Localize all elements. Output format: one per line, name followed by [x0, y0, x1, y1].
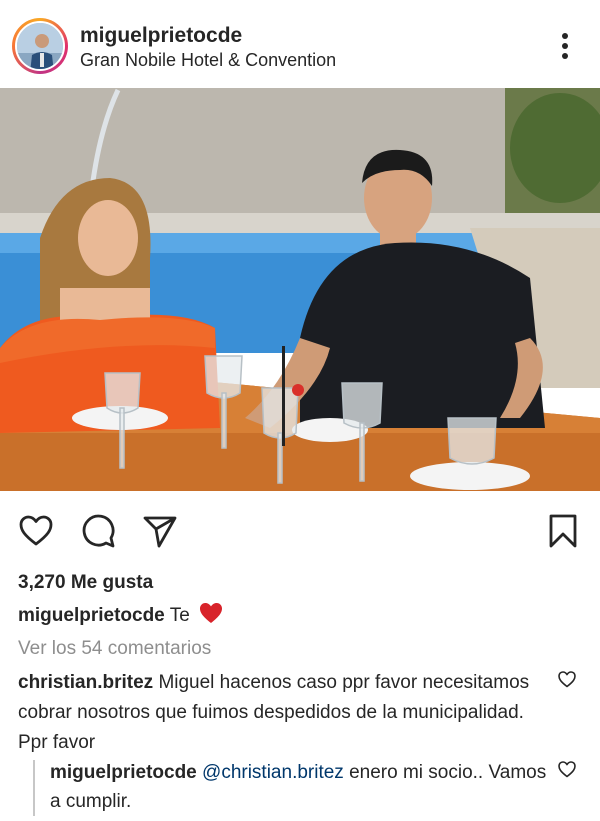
- paper-plane-icon[interactable]: [142, 513, 178, 549]
- post-image[interactable]: [0, 88, 600, 491]
- post-location[interactable]: Gran Nobile Hotel & Convention: [80, 50, 336, 71]
- view-all-comments-link[interactable]: Ver los 54 comentarios: [18, 638, 211, 660]
- reply-item: miguelprietocde @christian.britez enero …: [50, 758, 550, 816]
- like-count[interactable]: 3,270 Me gusta: [18, 572, 153, 594]
- post-caption: miguelprietocde Te: [18, 602, 223, 630]
- heart-outline-icon[interactable]: [18, 513, 54, 549]
- post-header: miguelprietocde Gran Nobile Hotel & Conv…: [0, 0, 600, 88]
- avatar[interactable]: [15, 21, 65, 71]
- avatar-image: [17, 23, 63, 69]
- reply-mention[interactable]: @christian.britez: [202, 762, 344, 783]
- post-username[interactable]: miguelprietocde: [80, 24, 242, 48]
- story-ring[interactable]: [12, 18, 68, 74]
- comment-bubble-icon[interactable]: [80, 513, 116, 549]
- caption-text: Te: [169, 605, 190, 626]
- comment-username[interactable]: christian.britez: [18, 672, 153, 693]
- caption-username[interactable]: miguelprietocde: [18, 605, 165, 626]
- reply-heart-icon[interactable]: [557, 759, 577, 779]
- reply-thread-line: [33, 760, 35, 816]
- reply-username[interactable]: miguelprietocde: [50, 762, 197, 783]
- post-photo-scene: [0, 88, 600, 491]
- comment-item: christian.britez Miguel hacenos caso ppr…: [18, 668, 548, 758]
- three-dots-vertical-icon[interactable]: [553, 30, 577, 62]
- post-actions: [0, 491, 600, 563]
- red-heart-emoji-icon: [199, 602, 223, 630]
- comment-heart-icon[interactable]: [557, 669, 577, 689]
- bookmark-icon[interactable]: [545, 513, 581, 549]
